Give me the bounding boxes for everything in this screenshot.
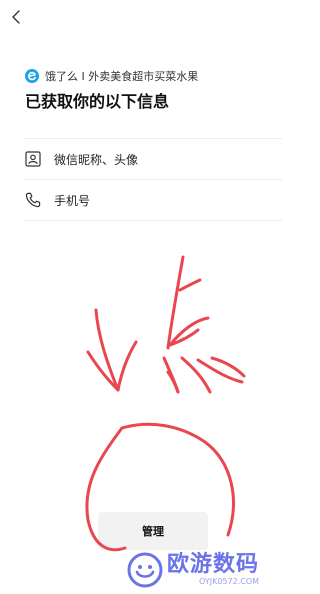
manage-button[interactable]: 管理: [98, 512, 208, 550]
permission-label: 微信昵称、头像: [54, 152, 139, 167]
eleme-logo-icon: [25, 69, 39, 83]
permission-item-profile: 微信昵称、头像: [23, 140, 282, 178]
watermark-logo-icon: [127, 552, 163, 588]
app-info-row: 饿了么 I 外卖美食超市买菜水果: [25, 67, 198, 85]
watermark-title: 欧游数码: [167, 552, 260, 577]
app-name: 饿了么 I 外卖美食超市买菜水果: [45, 70, 199, 83]
watermark: 欧游数码 OYJK0572.COM: [126, 548, 259, 592]
permission-label: 手机号: [54, 193, 91, 208]
back-button[interactable]: [6, 6, 28, 28]
divider: [23, 179, 282, 180]
phone-icon: [25, 192, 41, 208]
watermark-subtitle: OYJK0572.COM: [199, 577, 260, 586]
divider: [23, 220, 282, 221]
permission-item-phone: 手机号: [23, 181, 282, 219]
page-title: 已获取你的以下信息: [25, 92, 170, 111]
chevron-left-icon: [12, 10, 20, 24]
divider: [23, 138, 282, 139]
profile-card-icon: [25, 151, 41, 167]
